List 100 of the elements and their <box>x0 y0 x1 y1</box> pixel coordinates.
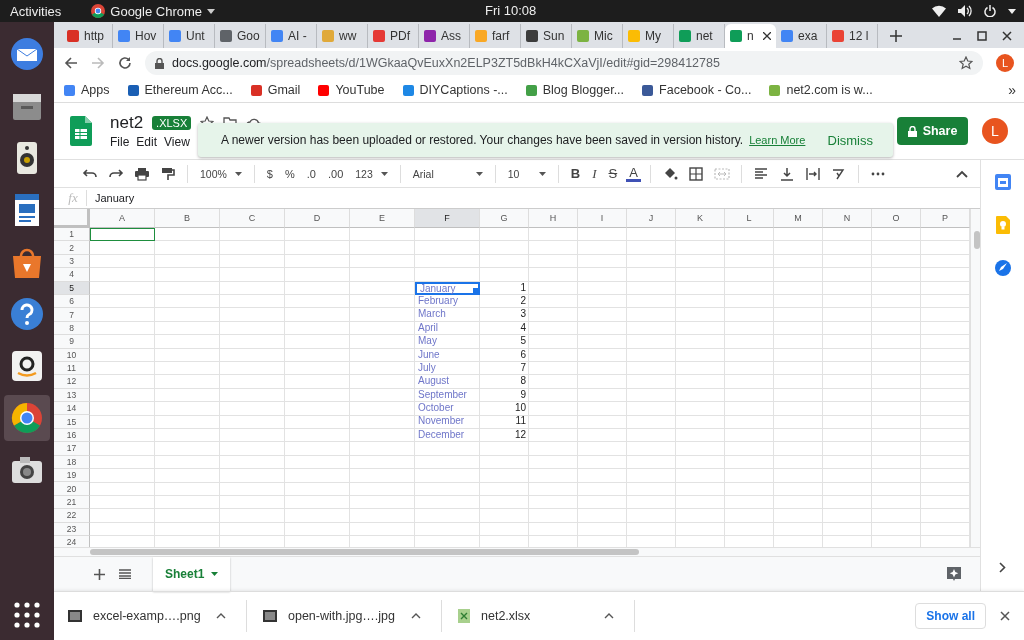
horizontal-scrollbar[interactable] <box>54 547 980 556</box>
table-cell[interactable]: September <box>415 388 480 403</box>
spreadsheet-file-icon[interactable] <box>458 609 470 623</box>
row-header[interactable]: 22 <box>54 509 90 523</box>
row-header[interactable]: 17 <box>54 442 90 456</box>
back-arrow-icon[interactable] <box>64 56 78 70</box>
chevron-up-icon[interactable] <box>216 613 226 619</box>
add-sheet-icon[interactable] <box>94 568 105 580</box>
row-header[interactable]: 1 <box>54 228 90 242</box>
table-cell[interactable]: 9 <box>480 388 529 403</box>
close-icon[interactable] <box>1000 611 1010 621</box>
power-icon[interactable] <box>984 5 996 17</box>
column-header[interactable]: F <box>415 209 480 228</box>
menu-item[interactable]: View <box>164 135 190 149</box>
collaborator-cursor[interactable] <box>90 228 155 242</box>
browser-tab[interactable]: PDf <box>368 24 419 48</box>
calendar-icon[interactable] <box>994 174 1011 190</box>
browser-tab[interactable]: AI - <box>266 24 317 48</box>
bookmark[interactable]: Apps <box>81 83 110 97</box>
row-header[interactable]: 2 <box>54 241 90 255</box>
browser-tab[interactable]: Ass <box>419 24 470 48</box>
chevron-up-icon[interactable] <box>411 613 421 619</box>
column-header[interactable]: D <box>285 209 350 228</box>
caret-icon[interactable] <box>207 8 216 14</box>
speaker-icon[interactable] <box>958 5 972 17</box>
download-item[interactable]: net2.xlsx <box>458 600 635 632</box>
row-header[interactable]: 19 <box>54 469 90 483</box>
clock[interactable]: Fri 10:08 <box>485 3 537 18</box>
align-left-icon[interactable] <box>752 165 769 182</box>
star-icon[interactable] <box>959 56 973 70</box>
table-cell[interactable]: December <box>415 428 480 443</box>
format-button[interactable]: $ <box>263 167 276 180</box>
italic-button[interactable]: I <box>589 165 600 182</box>
table-cell[interactable]: 7 <box>480 361 529 376</box>
column-header[interactable]: K <box>676 209 725 228</box>
browser-tab[interactable]: n <box>725 24 776 48</box>
sheet-list-icon[interactable] <box>119 569 131 579</box>
column-header[interactable]: I <box>578 209 627 228</box>
table-cell[interactable]: 8 <box>480 375 529 389</box>
format-button[interactable]: % <box>282 167 298 180</box>
browser-tab[interactable]: My <box>623 24 674 48</box>
column-header[interactable]: L <box>725 209 774 228</box>
column-header[interactable]: G <box>480 209 529 228</box>
favicon[interactable] <box>318 84 330 96</box>
column-header[interactable]: M <box>774 209 823 228</box>
table-cell[interactable]: February <box>415 294 480 309</box>
caret-icon[interactable] <box>538 171 546 176</box>
column-header[interactable]: P <box>921 209 970 228</box>
favicon[interactable] <box>642 84 654 96</box>
dismiss-button[interactable]: Dismiss <box>827 132 873 148</box>
browser-tab[interactable]: Mic <box>572 24 623 48</box>
chevron-up-icon[interactable] <box>604 613 614 619</box>
download-item[interactable]: open-with.jpg….jpg <box>263 600 442 632</box>
tasks-icon[interactable] <box>994 260 1011 276</box>
app-menu[interactable]: Google Chrome <box>91 3 216 19</box>
table-cell[interactable]: 10 <box>480 402 529 416</box>
explore-icon[interactable] <box>946 566 962 582</box>
activities-button[interactable]: Activities <box>10 3 62 19</box>
table-cell[interactable]: 4 <box>480 321 529 336</box>
browser-tab[interactable]: Sun <box>521 24 572 48</box>
bookmark[interactable]: Ethereum Acc... <box>144 83 233 97</box>
table-cell[interactable]: 12 <box>480 428 529 443</box>
bookmark[interactable]: Gmail <box>267 83 301 97</box>
browser-tab[interactable]: ww <box>317 24 368 48</box>
bookmark[interactable]: Facebook - Co... <box>659 83 752 97</box>
table-cell[interactable]: August <box>415 375 480 389</box>
column-header[interactable]: B <box>155 209 220 228</box>
table-cell[interactable]: November <box>415 415 480 429</box>
row-header[interactable]: 7 <box>54 308 90 322</box>
merge-cells-icon[interactable] <box>713 165 730 182</box>
profile-avatar[interactable]: L <box>996 54 1014 72</box>
profile-avatar[interactable]: L <box>982 118 1008 144</box>
browser-tab[interactable]: Unt <box>164 24 215 48</box>
toolbar-dropdown[interactable]: 10 <box>504 165 549 182</box>
column-header[interactable]: J <box>627 209 676 228</box>
table-cell[interactable]: 3 <box>480 308 529 322</box>
favicon[interactable] <box>250 84 262 96</box>
learn-more-link[interactable]: Learn More <box>749 134 806 146</box>
printer-icon[interactable] <box>134 165 150 182</box>
browser-tab[interactable]: http <box>62 24 113 48</box>
bookmark[interactable]: YouTube <box>335 83 385 97</box>
caret-icon[interactable] <box>1008 8 1016 14</box>
toolbar-dropdown[interactable]: 100% <box>197 165 245 182</box>
apps-grid-icon[interactable] <box>14 602 40 628</box>
reload-icon[interactable] <box>118 56 132 70</box>
table-cell[interactable]: April <box>415 321 480 336</box>
favicon[interactable] <box>525 84 537 96</box>
format-button[interactable]: .0 <box>303 167 319 180</box>
toolbar-dropdown[interactable]: Arial <box>409 165 486 182</box>
caret-icon[interactable] <box>475 171 483 176</box>
bookmark[interactable]: DIYCaptions -... <box>419 83 508 97</box>
column-header[interactable]: N <box>823 209 872 228</box>
table-cell[interactable]: May <box>415 335 480 349</box>
table-cell[interactable]: March <box>415 308 480 322</box>
table-cell[interactable]: 2 <box>480 294 529 309</box>
row-header[interactable]: 9 <box>54 335 90 349</box>
wifi-icon[interactable] <box>932 5 946 17</box>
table-cell[interactable]: 11 <box>480 415 529 429</box>
bookmark[interactable]: net2.com is w... <box>786 83 873 97</box>
row-header[interactable]: 12 <box>54 375 90 389</box>
